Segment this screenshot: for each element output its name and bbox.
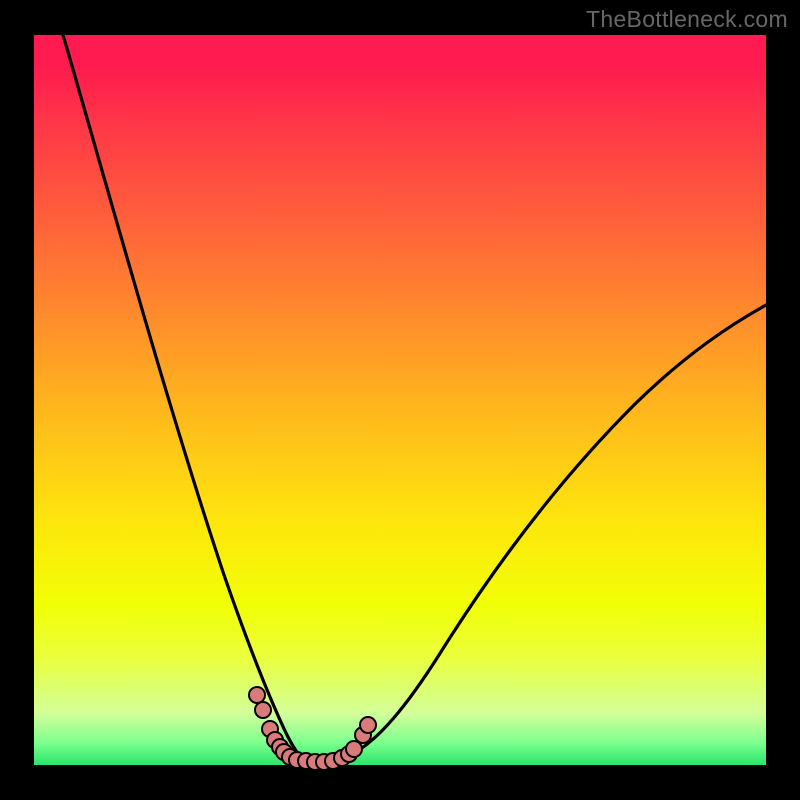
plot-area bbox=[34, 35, 766, 765]
chart-frame: TheBottleneck.com bbox=[0, 0, 800, 800]
curve-left-branch bbox=[63, 35, 307, 762]
bottleneck-curve bbox=[34, 35, 766, 765]
curve-right-branch bbox=[307, 305, 766, 763]
watermark-text: TheBottleneck.com bbox=[586, 6, 788, 33]
marker-cluster bbox=[249, 687, 376, 770]
